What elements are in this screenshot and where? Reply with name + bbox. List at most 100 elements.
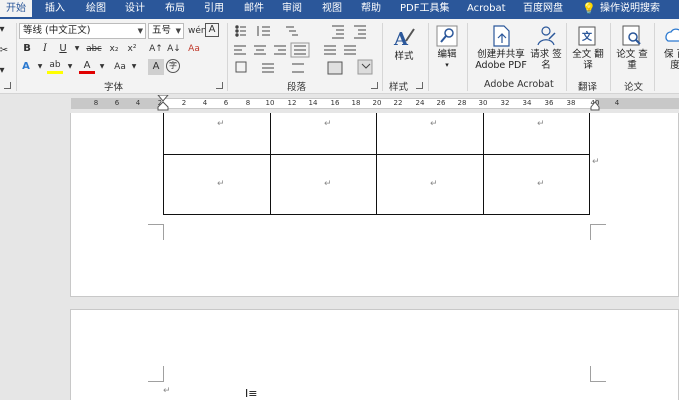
paper-group-label: 论文 (624, 82, 644, 93)
margin-corner-mark (148, 366, 164, 382)
superscript-button[interactable]: x² (124, 41, 140, 57)
acrobat-group-label: Adobe Acrobat (484, 79, 554, 90)
document-page[interactable]: ↵ I≡ (70, 309, 679, 400)
tab-home[interactable]: 开始 (0, 0, 32, 19)
clear-formatting-button[interactable]: Aa (186, 41, 202, 57)
cell-end-mark: ↵ (324, 119, 332, 129)
save-to-baidu-button[interactable]: 保 百度 (660, 25, 679, 71)
document-page[interactable]: ↵ ↵ ↵ ↵ ↵ ↵ ↵ ↵ ↵ (70, 113, 679, 297)
paragraph-group-label: 段落 (287, 82, 307, 93)
highlight-color-button[interactable]: ab (47, 59, 63, 74)
ruler-number: 4 (135, 99, 141, 107)
tab-design[interactable]: 设计 (125, 0, 145, 19)
character-shading-button[interactable]: A (148, 59, 164, 75)
cell-end-mark: ↵ (430, 179, 438, 189)
enclose-characters-button[interactable]: 字 (166, 59, 180, 73)
bold-button[interactable]: B (19, 41, 35, 57)
italic-button[interactable]: I (37, 41, 53, 57)
strikethrough-button[interactable]: abc (86, 41, 102, 57)
ribbon-tab-bar: 开始 插入 绘图 设计 布局 引用 邮件 审阅 视图 帮助 PDF工具集 Acr… (0, 0, 679, 19)
font-name-combo[interactable]: 等线 (中文正文) ▼ (19, 23, 146, 39)
styles-icon: A (393, 28, 415, 49)
ruler-number: 18 (351, 99, 361, 107)
table-border (163, 113, 164, 215)
subscript-button[interactable]: x₂ (106, 41, 122, 57)
styles-group-label: 样式 (389, 82, 409, 93)
margin-corner-mark (590, 224, 606, 240)
translate-icon: 文 (578, 26, 596, 46)
group-separator (227, 23, 228, 91)
tab-help[interactable]: 帮助 (361, 0, 381, 19)
pinyin-guide-icon[interactable]: wén (188, 23, 207, 39)
cell-end-mark: ↵ (217, 119, 225, 129)
styles-launcher-icon[interactable] (416, 82, 423, 89)
text-effects-options-icon[interactable]: ▼ (32, 59, 48, 75)
paper-check-icon (622, 25, 641, 46)
tab-review[interactable]: 审阅 (282, 0, 302, 19)
margin-corner-mark (590, 366, 606, 382)
create-share-pdf-button[interactable]: 创建并共享 Adobe PDF (472, 25, 530, 71)
chevron-down-icon: ▼ (137, 27, 143, 35)
styles-button[interactable]: A 样式 (386, 25, 422, 62)
clipboard-launcher-icon[interactable] (4, 82, 11, 89)
ruler-number: 16 (330, 99, 340, 107)
tab-layout[interactable]: 布局 (165, 0, 185, 19)
table-border (163, 214, 590, 215)
ruler-number: 38 (566, 99, 576, 107)
table-border (163, 154, 590, 155)
tab-baidu-netdisk[interactable]: 百度网盘 (523, 0, 563, 19)
table-border (270, 113, 271, 215)
ruler-number: 6 (114, 99, 120, 107)
underline-options-icon[interactable]: ▼ (69, 41, 85, 57)
tab-acrobat[interactable]: Acrobat (467, 0, 506, 19)
chevron-down-icon: ▾ (445, 61, 449, 69)
editing-button[interactable]: 编辑 ▾ (430, 25, 464, 71)
tab-pdf-tools[interactable]: PDF工具集 (400, 0, 449, 19)
cut-icon[interactable]: ✂ (0, 43, 12, 59)
full-text-translate-button[interactable]: 文 全文 翻译 (570, 25, 606, 71)
character-border-icon[interactable]: A (205, 23, 219, 37)
tab-view[interactable]: 视图 (322, 0, 342, 19)
group-separator (467, 23, 468, 91)
lightbulb-icon: 💡 (582, 2, 596, 15)
chevron-down-icon: ▼ (175, 27, 181, 35)
change-case-options-icon[interactable]: ▼ (126, 59, 142, 75)
horizontal-ruler[interactable]: 8 6 4 2 2 4 6 8 10 12 14 16 18 20 22 24 … (0, 95, 679, 111)
font-color-options-icon[interactable]: ▼ (94, 59, 110, 75)
right-indent-marker[interactable] (590, 99, 600, 111)
ruler-number: 30 (478, 99, 488, 107)
group-separator (654, 23, 655, 91)
tab-references[interactable]: 引用 (204, 0, 224, 19)
paste-options-icon[interactable]: ▾ (0, 22, 10, 38)
ruler-number: 6 (223, 99, 229, 107)
ruler-number: 12 (287, 99, 297, 107)
request-signature-button[interactable]: 请求 签名 (530, 25, 562, 71)
ruler-number: 20 (372, 99, 382, 107)
font-color-button[interactable]: A (79, 59, 95, 74)
format-painter-icon[interactable]: ▾ (0, 63, 10, 79)
tab-mailings[interactable]: 邮件 (244, 0, 264, 19)
tab-insert[interactable]: 插入 (45, 0, 65, 19)
table-border (483, 113, 484, 215)
grow-font-button[interactable]: A↑ (148, 41, 164, 57)
cell-end-mark: ↵ (537, 119, 545, 129)
ibeam-cursor-icon: I≡ (245, 387, 258, 400)
cell-end-mark: ↵ (537, 179, 545, 189)
indent-marker[interactable] (155, 95, 171, 111)
paragraph-controls (234, 25, 373, 75)
paragraph-launcher-icon[interactable] (371, 82, 378, 89)
shrink-font-button[interactable]: A↓ (166, 41, 182, 57)
tell-me-search[interactable]: 操作说明搜索 (600, 0, 660, 19)
group-separator (382, 23, 383, 91)
font-size-combo[interactable]: 五号 ▼ (148, 23, 184, 39)
ruler-number: 4 (202, 99, 208, 107)
paper-check-button[interactable]: 论文 查重 (614, 25, 650, 71)
ruler-number: 14 (308, 99, 318, 107)
row-end-mark: ↵ (592, 157, 600, 167)
highlight-options-icon[interactable]: ▼ (62, 59, 78, 75)
ribbon: ▾ ✂ ▾ 等线 (中文正文) ▼ 五号 ▼ wén A B I U ▼ abc… (0, 19, 679, 94)
cell-end-mark: ↵ (430, 119, 438, 129)
pdf-share-icon (493, 25, 510, 47)
tab-draw[interactable]: 绘图 (86, 0, 106, 19)
font-launcher-icon[interactable] (216, 82, 223, 89)
